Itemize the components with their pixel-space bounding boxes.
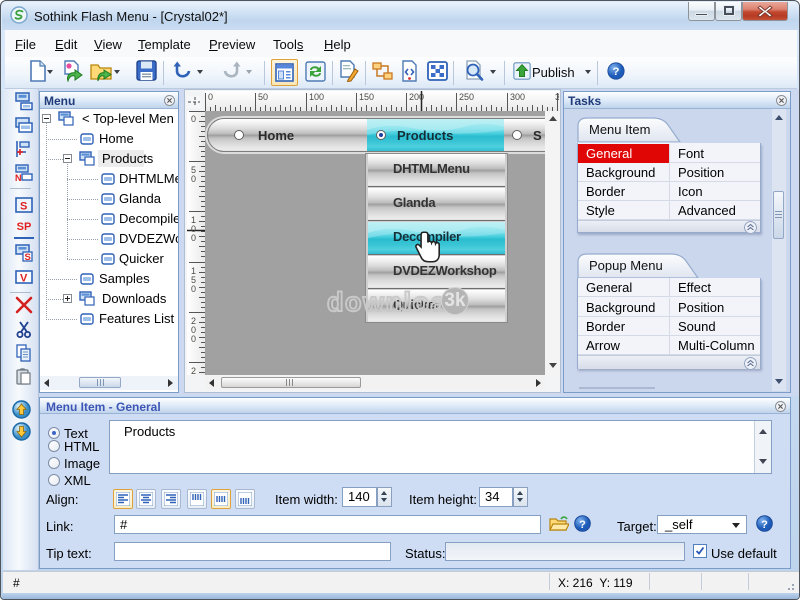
- svg-text:0: 0: [191, 114, 196, 124]
- svg-text:0: 0: [208, 92, 213, 102]
- svg-text:?: ?: [613, 66, 620, 78]
- svg-text:200: 200: [409, 92, 424, 102]
- svg-text:250: 250: [459, 92, 474, 102]
- svg-text:2: 2: [191, 366, 196, 375]
- svg-text:0: 0: [191, 284, 196, 294]
- svg-text:50: 50: [258, 92, 268, 102]
- svg-text:0: 0: [191, 174, 196, 184]
- svg-text:N: N: [15, 173, 22, 183]
- svg-text:S: S: [25, 252, 31, 263]
- svg-text:100: 100: [309, 92, 324, 102]
- svg-text:300: 300: [510, 92, 525, 102]
- svg-text:150: 150: [359, 92, 374, 102]
- svg-text:S: S: [20, 201, 27, 213]
- svg-text:?: ?: [761, 519, 768, 531]
- svg-text:0: 0: [191, 233, 196, 243]
- svg-text:3: 3: [555, 92, 559, 102]
- svg-text:V: V: [20, 273, 28, 285]
- svg-text:0: 0: [191, 334, 196, 344]
- svg-text:?: ?: [579, 519, 586, 531]
